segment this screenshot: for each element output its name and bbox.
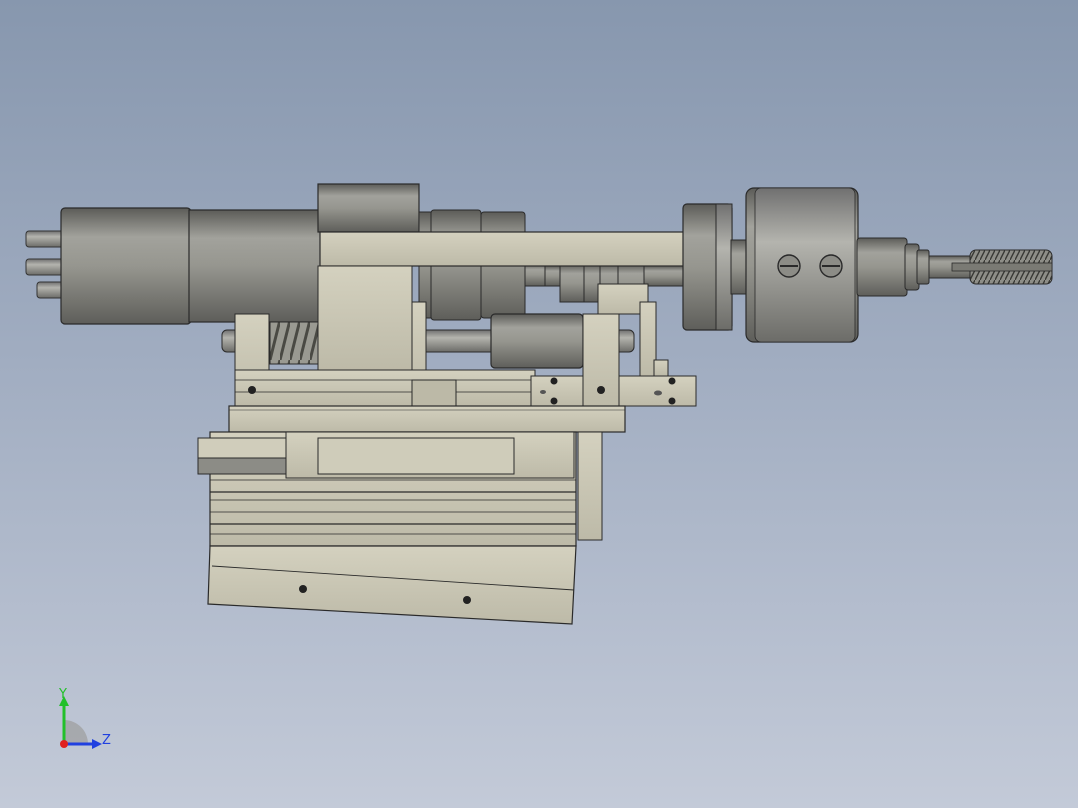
axis-triad: Y Z (58, 687, 111, 749)
slide-rail (234, 359, 697, 407)
cad-viewport[interactable]: Y Z (0, 0, 1078, 808)
spindle-assembly-model[interactable] (0, 0, 1078, 808)
base-plate (228, 405, 626, 433)
lower-slide-cylinder (197, 431, 603, 547)
motor-body (60, 207, 322, 325)
y-axis-label: Y (58, 687, 67, 702)
spindle-flange (682, 203, 750, 331)
motor-shafts (25, 230, 65, 299)
x-axis-dot (60, 740, 68, 748)
z-axis-label: Z (102, 733, 111, 748)
guide-shaft (221, 313, 635, 369)
triad-plane-indicator (64, 720, 88, 744)
z-arrow-head-icon (92, 739, 102, 749)
tap-chuck (745, 187, 974, 343)
tap-tool (951, 249, 1053, 285)
top-bar (319, 231, 719, 267)
angled-mount-plate (207, 545, 577, 625)
